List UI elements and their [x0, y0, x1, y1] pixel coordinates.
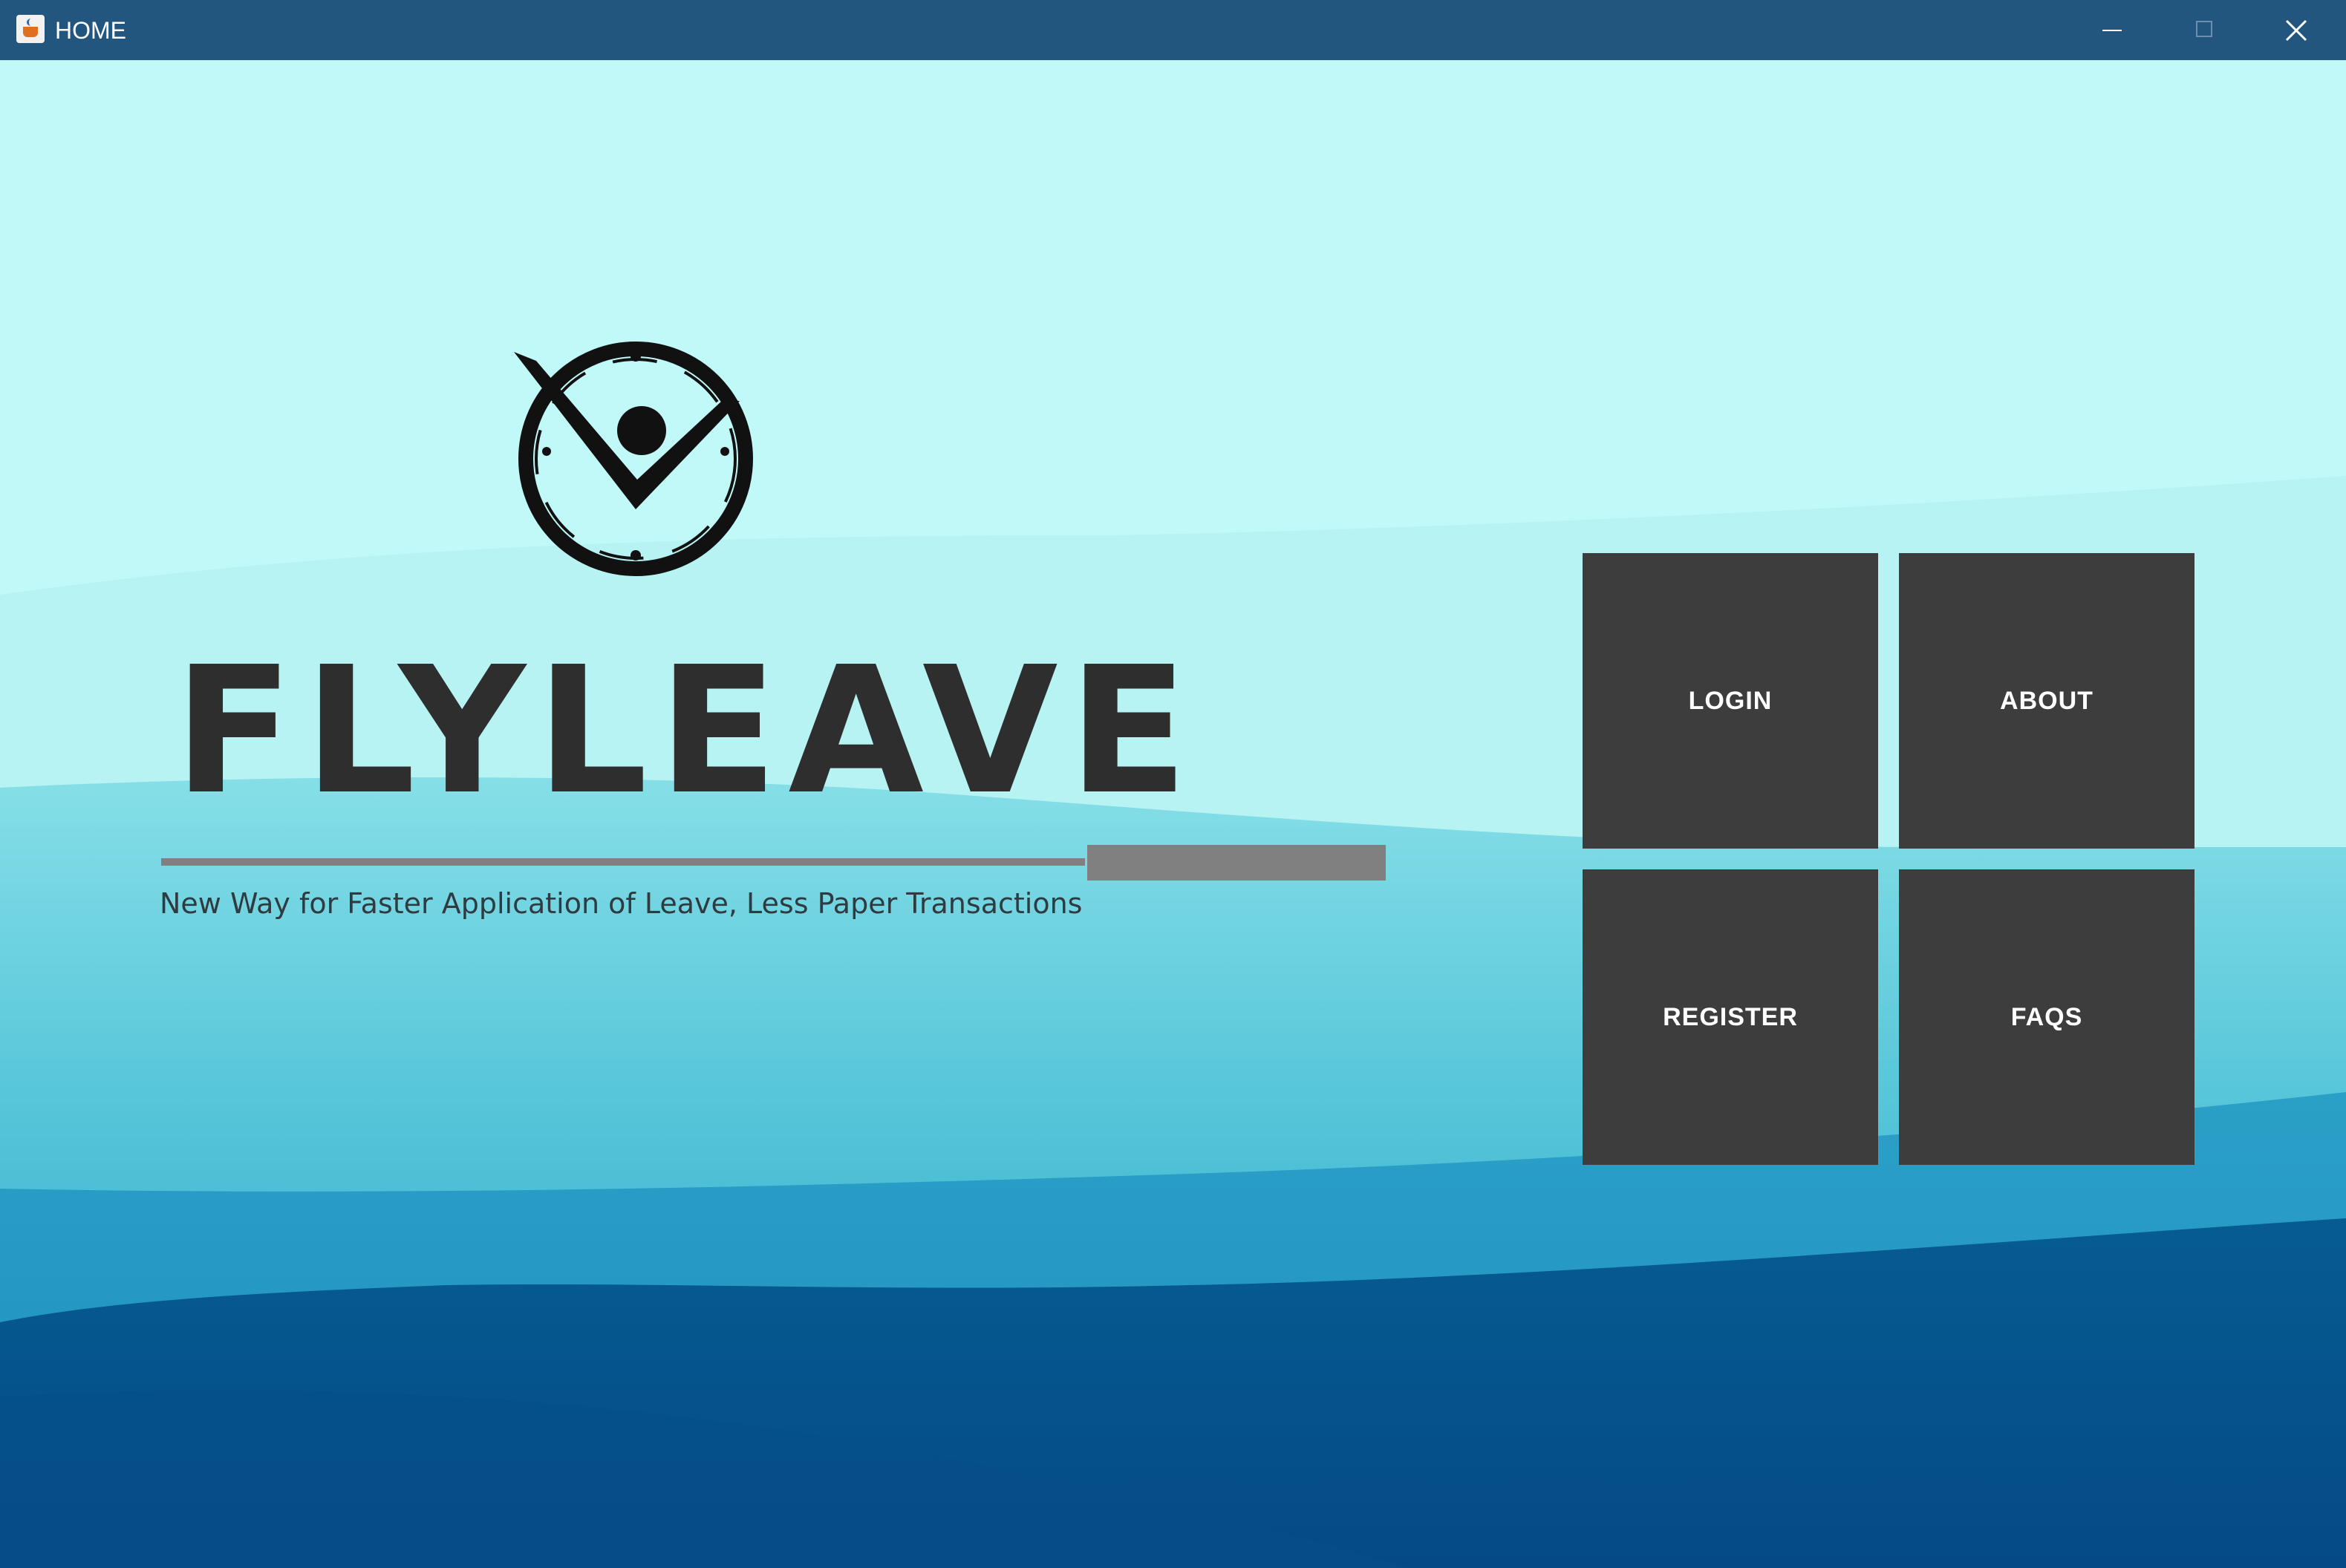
maximize-button[interactable] [2158, 0, 2250, 60]
about-label: ABOUT [2000, 686, 2094, 715]
minimize-button[interactable] [2066, 0, 2158, 60]
divider-line [161, 858, 1085, 866]
home-window: HOME FLYLEAVE New Way for Faster Applica… [0, 0, 2346, 1568]
window-title: HOME [55, 17, 126, 44]
faqs-button[interactable]: FAQS [1899, 869, 2195, 1165]
tagline: New Way for Faster Application of Leave,… [160, 887, 1083, 920]
login-label: LOGIN [1688, 686, 1773, 715]
brand-title: FLYLEAVE [174, 629, 1199, 833]
minimize-icon [2102, 30, 2122, 31]
about-button[interactable]: ABOUT [1899, 553, 2195, 849]
title-bar[interactable]: HOME [0, 0, 2346, 60]
divider-bar [1087, 845, 1386, 881]
java-cup-icon [16, 15, 45, 43]
maximize-icon [2196, 21, 2212, 37]
register-label: REGISTER [1663, 1002, 1798, 1031]
close-button[interactable] [2250, 0, 2342, 60]
close-icon [2285, 19, 2307, 42]
flyleave-logo [514, 342, 753, 576]
register-button[interactable]: REGISTER [1583, 869, 1878, 1165]
faqs-label: FAQS [2010, 1002, 2083, 1031]
login-button[interactable]: LOGIN [1583, 553, 1878, 849]
